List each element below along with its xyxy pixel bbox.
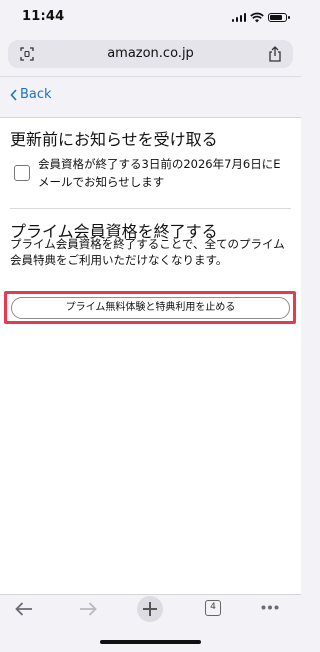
status-icons — [231, 11, 290, 23]
new-tab-icon[interactable] — [136, 595, 164, 623]
back-label: Back — [20, 87, 52, 102]
end-prime-trial-button[interactable]: プライム無料体験と特典利用を止める — [11, 297, 290, 319]
section-divider — [10, 208, 291, 209]
back-arrow-icon[interactable] — [14, 601, 34, 617]
battery-icon — [268, 12, 290, 22]
status-bar: 11:44 — [0, 0, 301, 36]
address-bar[interactable]: amazon.co.jp — [8, 40, 293, 68]
share-icon[interactable] — [268, 46, 282, 62]
url-text[interactable]: amazon.co.jp — [8, 46, 293, 61]
content: 更新前にお知らせを受け取る 会員資格が終了する3日前の2026年7月6日にEメー… — [0, 118, 301, 594]
chevron-left-icon — [10, 88, 17, 101]
status-time: 11:44 — [22, 9, 65, 24]
renewal-section-title: 更新前にお知らせを受け取る — [10, 130, 218, 149]
renewal-reminder-label[interactable]: 会員資格が終了する3日前の2026年7月6日にEメールでお知らせします — [38, 155, 288, 191]
home-indicator — [100, 640, 201, 644]
renewal-reminder-checkbox[interactable] — [14, 165, 30, 181]
wifi-icon — [250, 12, 264, 22]
more-options-icon[interactable] — [261, 605, 279, 610]
page: Back 更新前にお知らせを受け取る 会員資格が終了する3日前の2026年7月6… — [0, 76, 301, 594]
prime-section-description: プライム会員資格を終了することで、全てのプライム会員特典をご利用いただけなくなり… — [10, 237, 285, 267]
back-bar: Back — [0, 76, 301, 118]
tabs-button[interactable]: 4 — [205, 600, 221, 616]
back-link[interactable]: Back — [10, 87, 52, 102]
battery-level — [270, 14, 283, 20]
cellular-signal-icon — [231, 12, 246, 22]
forward-arrow-icon[interactable] — [78, 601, 98, 617]
